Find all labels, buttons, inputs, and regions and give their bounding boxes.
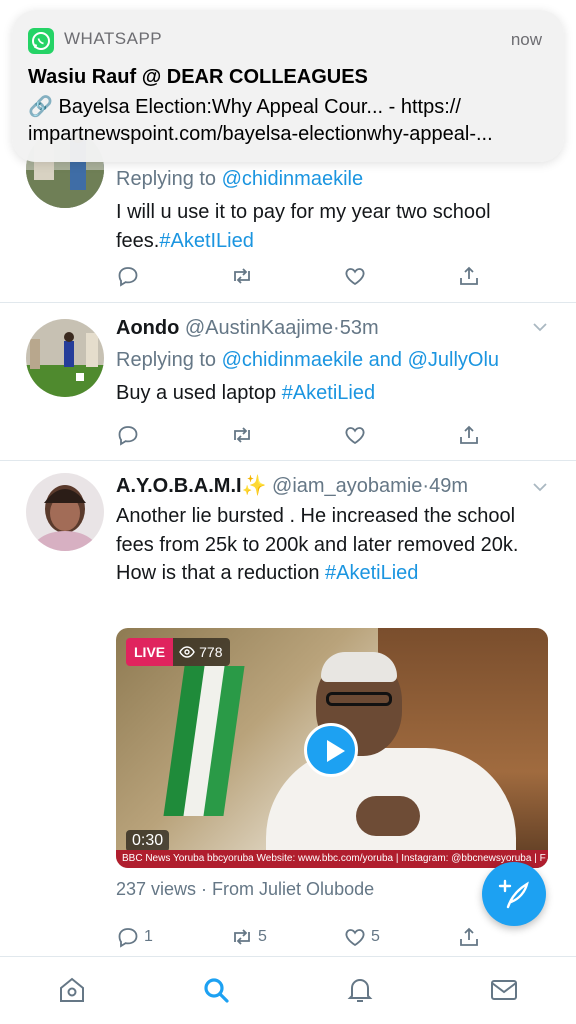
- reply-icon: [118, 928, 138, 948]
- tweet-time: 49m: [429, 475, 468, 497]
- reply-mention-link[interactable]: @chidinmaekile: [222, 168, 363, 190]
- envelope-icon: [491, 980, 517, 1000]
- heart-icon: [345, 427, 365, 445]
- tweet-text: Another lie bursted . He increased the s…: [116, 505, 519, 584]
- retweet-button[interactable]: [230, 421, 254, 449]
- avatar[interactable]: [26, 319, 104, 397]
- video-duration: 0:30: [126, 830, 170, 852]
- notification-time: now: [510, 30, 542, 49]
- notification-body: 🔗 Bayelsa Election:Why Appeal Cour... - …: [28, 94, 548, 148]
- live-label: LIVE: [126, 638, 174, 666]
- tab-messages[interactable]: [489, 975, 519, 1005]
- notification-body-line: impartnewspoint.com/bayelsa-electionwhy-…: [28, 123, 493, 145]
- avatar[interactable]: [26, 473, 104, 551]
- tweet-actions: [116, 421, 486, 449]
- video-ticker: BBC News Yoruba bbcyoruba Website: www.b…: [116, 850, 548, 868]
- whatsapp-icon: [28, 28, 54, 54]
- tweet-header: A.Y.O.B.A.M.I✨ @iam_ayobamie·49m: [116, 473, 548, 499]
- video-player[interactable]: LIVE 778 0:30 BBC News Yoruba bbcyoruba …: [116, 628, 548, 868]
- retweet-button[interactable]: 5: [230, 923, 267, 951]
- retweet-icon: [234, 427, 250, 443]
- replying-to: Replying to @chidinmaekile and @JullyOlu: [116, 349, 500, 371]
- reply-button[interactable]: [116, 421, 140, 449]
- tweet[interactable]: Aondo @AustinKaajime·53m Replying to @ch…: [0, 303, 576, 461]
- display-name[interactable]: Aondo: [116, 317, 179, 339]
- tweet-actions: 1 5 5: [116, 923, 486, 951]
- heart-icon: [345, 929, 365, 947]
- share-button[interactable]: [457, 262, 481, 290]
- eye-icon: [179, 646, 195, 658]
- video-figure-hand: [356, 796, 420, 836]
- viewer-count: 778: [173, 638, 231, 666]
- tab-home[interactable]: [57, 975, 87, 1005]
- like-button[interactable]: [343, 421, 367, 449]
- tweet-time: 53m: [339, 317, 379, 339]
- chevron-down-icon[interactable]: [530, 477, 550, 497]
- tweet-header: Aondo @AustinKaajime·53m: [116, 315, 548, 341]
- tweet-text: Buy a used laptop #AketiLied: [116, 382, 376, 404]
- reply-icon: [118, 267, 138, 287]
- share-icon: [460, 266, 478, 285]
- search-icon: [204, 978, 229, 1003]
- retweet-count: 5: [258, 928, 267, 945]
- retweet-icon: [234, 929, 250, 945]
- play-button[interactable]: [304, 723, 358, 777]
- reply-mention-link[interactable]: @chidinmaekile and @JullyOlu: [222, 349, 499, 371]
- notification-title: Wasiu Rauf @ DEAR COLLEAGUES: [28, 66, 368, 88]
- tab-search[interactable]: [201, 975, 231, 1005]
- tab-bar: [0, 956, 576, 1024]
- like-count: 5: [371, 928, 380, 945]
- share-icon: [460, 425, 478, 444]
- compose-feather-icon: [498, 879, 529, 909]
- share-icon: [460, 927, 478, 946]
- user-handle[interactable]: @AustinKaajime: [185, 317, 333, 339]
- display-name[interactable]: A.Y.O.B.A.M.I✨: [116, 475, 266, 497]
- user-handle[interactable]: @iam_ayobamie: [272, 475, 422, 497]
- hashtag-link[interactable]: #AketiLied: [325, 562, 418, 584]
- chevron-down-icon[interactable]: [530, 317, 550, 337]
- like-button[interactable]: 5: [343, 923, 380, 951]
- heart-icon: [345, 268, 365, 286]
- hashtag-link[interactable]: #AketiLied: [282, 382, 375, 404]
- bell-icon: [347, 979, 373, 1002]
- hashtag-link[interactable]: #AketILied: [159, 230, 254, 252]
- reply-count: 1: [144, 928, 153, 945]
- tweet-text: I will u use it to pay for my year two s…: [116, 201, 491, 252]
- retweet-icon: [234, 268, 250, 284]
- notification-body-line: 🔗 Bayelsa Election:Why Appeal Cour... - …: [28, 96, 461, 118]
- replying-to: Replying to @chidinmaekile: [116, 168, 364, 190]
- tab-notifications[interactable]: [345, 975, 375, 1005]
- home-icon: [60, 977, 84, 1002]
- separator-dot: ·: [333, 317, 340, 339]
- live-badge: LIVE 778: [126, 638, 231, 666]
- video-figure-hair: [321, 652, 397, 682]
- compose-tweet-button[interactable]: [482, 862, 546, 926]
- video-views[interactable]: 237 views · From Juliet Olubode: [116, 879, 374, 900]
- reply-button[interactable]: [116, 262, 140, 290]
- tweet-actions: [116, 262, 486, 290]
- share-button[interactable]: [457, 923, 481, 951]
- like-button[interactable]: [343, 262, 367, 290]
- video-figure-glasses: [326, 692, 392, 706]
- reply-icon: [118, 426, 138, 446]
- reply-button[interactable]: 1: [116, 923, 153, 951]
- retweet-button[interactable]: [230, 262, 254, 290]
- notification-app-name: WHATSAPP: [64, 29, 163, 48]
- share-button[interactable]: [457, 421, 481, 449]
- notification-banner[interactable]: WHATSAPP now Wasiu Rauf @ DEAR COLLEAGUE…: [12, 10, 564, 162]
